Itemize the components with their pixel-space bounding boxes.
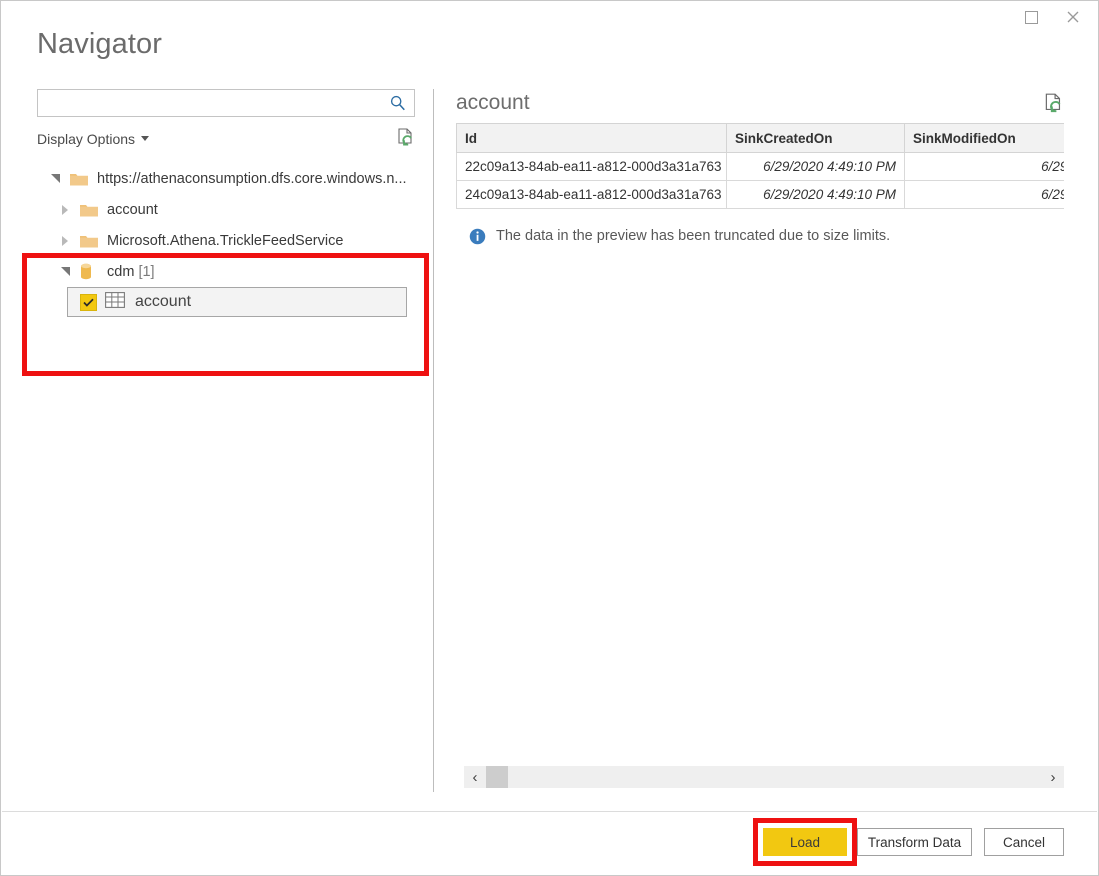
preview-title: account <box>456 91 530 114</box>
info-icon <box>469 228 486 244</box>
truncation-notice-text: The data in the preview has been truncat… <box>496 228 891 244</box>
column-header-sinkmodifiedon[interactable]: SinkModifiedOn <box>904 123 1064 153</box>
title-bar <box>1 1 1098 35</box>
tree-item-label: cdm [1] <box>107 263 155 281</box>
load-button[interactable]: Load <box>763 828 847 856</box>
display-options-row: Display Options <box>37 127 417 151</box>
scrollbar-thumb[interactable] <box>486 766 508 788</box>
column-header-sinkcreatedon[interactable]: SinkCreatedOn <box>726 123 905 153</box>
tree-item-label: https://athenaconsumption.dfs.core.windo… <box>97 170 407 187</box>
scrollbar-track[interactable] <box>486 766 1042 788</box>
cell-sinkmodifiedon: 6/29/2020 4:49:10 PM <box>904 152 1064 181</box>
navigation-pane: Display Options https://athenaconsumptio… <box>37 89 429 789</box>
scroll-left-icon[interactable]: ‹ <box>464 766 486 788</box>
folder-icon <box>79 232 99 250</box>
pane-divider <box>433 89 434 792</box>
source-tree: https://athenaconsumption.dfs.core.windo… <box>37 163 429 317</box>
navigator-dialog: Navigator Display Options https://athena… <box>0 0 1099 876</box>
tree-item-label: Microsoft.Athena.TrickleFeedService <box>107 232 344 249</box>
tree-item-tricklefeedservice-folder[interactable]: Microsoft.Athena.TrickleFeedService <box>37 225 429 256</box>
table-header-row: Id SinkCreatedOn SinkModifiedOn <box>456 123 1064 153</box>
table-icon <box>105 291 125 313</box>
collapse-triangle-icon[interactable] <box>57 233 73 249</box>
expand-triangle-icon[interactable] <box>57 264 73 280</box>
close-icon <box>1067 11 1079 23</box>
column-header-id[interactable]: Id <box>456 123 727 153</box>
tree-item-count: [1] <box>138 263 155 280</box>
cell-id: 22c09a13-84ab-ea11-a812-000d3a31a763 <box>456 152 727 181</box>
dialog-footer: Load Transform Data Cancel <box>1 812 1098 875</box>
tree-item-root[interactable]: https://athenaconsumption.dfs.core.windo… <box>37 163 429 194</box>
refresh-document-icon[interactable] <box>1042 92 1066 116</box>
tree-item-account-table[interactable]: account <box>67 287 407 317</box>
search-icon[interactable] <box>389 94 407 112</box>
display-options-label: Display Options <box>37 131 136 147</box>
scroll-right-icon[interactable]: › <box>1042 766 1064 788</box>
check-icon <box>83 298 94 307</box>
cancel-button[interactable]: Cancel <box>984 828 1064 856</box>
folder-icon <box>69 170 89 188</box>
collapse-triangle-icon[interactable] <box>57 202 73 218</box>
account-checkbox[interactable] <box>80 293 97 311</box>
preview-horizontal-scrollbar[interactable]: ‹ › <box>464 766 1064 788</box>
folder-icon <box>79 201 99 219</box>
preview-table: Id SinkCreatedOn SinkModifiedOn 22c09a13… <box>456 123 1064 209</box>
chevron-down-icon <box>141 136 150 141</box>
transform-data-button[interactable]: Transform Data <box>857 828 972 856</box>
page-title: Navigator <box>37 28 163 60</box>
preview-pane: account Id SinkCreatedOn SinkModifiedOn <box>456 89 1064 794</box>
tree-item-account-folder[interactable]: account <box>37 194 429 225</box>
expand-triangle-icon[interactable] <box>47 171 63 187</box>
cell-sinkcreatedon: 6/29/2020 4:49:10 PM <box>726 152 905 181</box>
cell-id: 24c09a13-84ab-ea11-a812-000d3a31a763 <box>456 180 727 209</box>
table-row: 24c09a13-84ab-ea11-a812-000d3a31a763 6/2… <box>456 180 1064 209</box>
table-row: 22c09a13-84ab-ea11-a812-000d3a31a763 6/2… <box>456 152 1064 181</box>
cell-sinkcreatedon: 6/29/2020 4:49:10 PM <box>726 180 905 209</box>
database-icon <box>79 263 99 281</box>
close-button[interactable] <box>1052 1 1094 33</box>
preview-header: account <box>456 89 1064 123</box>
tree-item-name: cdm <box>107 263 135 280</box>
maximize-icon <box>1024 10 1038 24</box>
truncation-notice: The data in the preview has been truncat… <box>456 225 1064 247</box>
preview-table-wrap: Id SinkCreatedOn SinkModifiedOn 22c09a13… <box>456 123 1064 209</box>
display-options-dropdown[interactable]: Display Options <box>37 129 150 149</box>
tree-item-cdm-database[interactable]: cdm [1] <box>37 256 429 287</box>
search-box[interactable] <box>37 89 415 118</box>
refresh-document-icon[interactable] <box>395 127 417 149</box>
tree-item-label: account <box>107 201 158 218</box>
tree-item-label: account <box>135 293 192 310</box>
cell-sinkmodifiedon: 6/29/2020 4:49:10 PM <box>904 180 1064 209</box>
search-input[interactable] <box>44 90 388 118</box>
maximize-button[interactable] <box>1010 1 1052 33</box>
